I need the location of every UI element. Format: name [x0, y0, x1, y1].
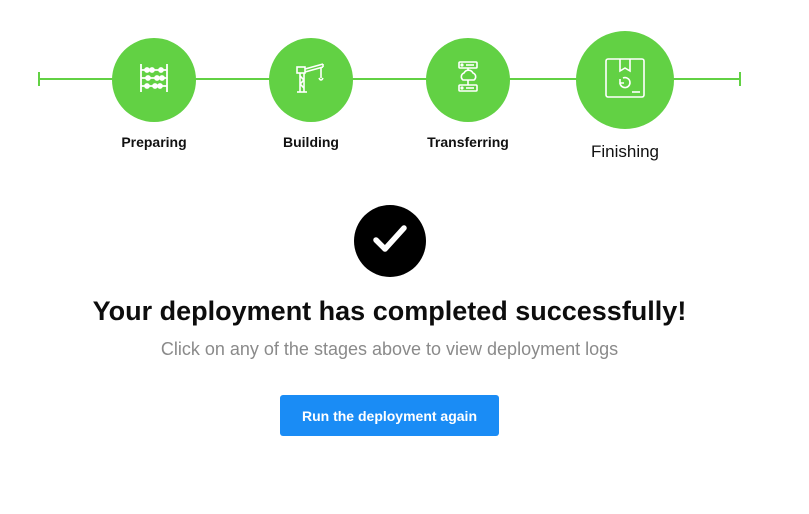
stage-finishing[interactable]: Finishing	[576, 31, 674, 162]
stage-transferring-circle[interactable]	[426, 38, 510, 122]
stage-building-circle[interactable]	[269, 38, 353, 122]
deployment-status-page: Preparing Building Transferring Finishin…	[0, 0, 809, 514]
cloud-server-icon	[451, 60, 485, 101]
checkmark-icon	[370, 219, 410, 264]
stage-finishing-label: Finishing	[590, 142, 660, 161]
crane-icon	[293, 60, 329, 101]
stage-transferring[interactable]: Transferring	[426, 38, 510, 150]
stage-building[interactable]: Building	[269, 38, 353, 150]
progress-track-end	[739, 72, 741, 86]
completion-headline: Your deployment has completed successful…	[92, 296, 687, 326]
abacus-icon	[137, 61, 171, 100]
stage-building-label: Building	[283, 134, 339, 150]
stage-preparing-circle[interactable]	[112, 38, 196, 122]
package-box-icon	[602, 55, 648, 106]
completion-subline: Click on any of the stages above to view…	[160, 339, 619, 359]
stage-finishing-circle[interactable]	[576, 31, 674, 129]
stage-preparing-label: Preparing	[121, 134, 187, 150]
success-indicator	[354, 205, 426, 277]
stage-transferring-label: Transferring	[427, 134, 509, 150]
stage-preparing[interactable]: Preparing	[112, 38, 196, 150]
run-deployment-again-button[interactable]: Run the deployment again	[280, 395, 499, 436]
